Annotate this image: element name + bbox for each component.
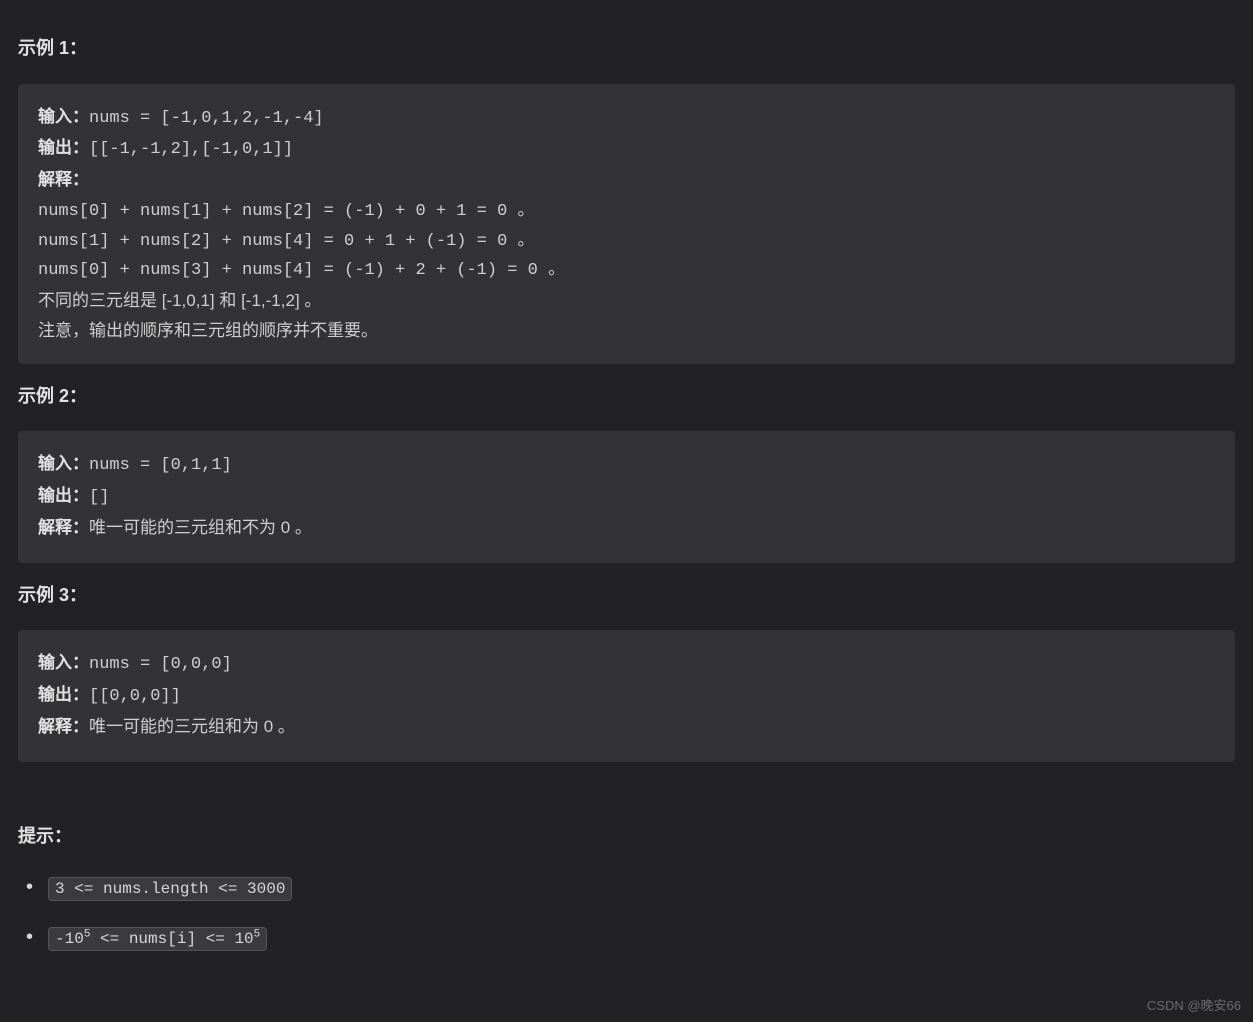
explain-label: 解释： [38, 170, 89, 189]
hint-item-2: -105 <= nums[i] <= 105 [26, 923, 1235, 953]
ex1-plain-line-0: 不同的三元组是 [-1,0,1] 和 [-1,-1,2] 。 [38, 286, 1215, 316]
example-2-block: 输入：nums = [0,1,1] 输出：[] 解释：唯一可能的三元组和不为 0… [18, 431, 1235, 562]
ex2-output-value: [] [89, 488, 109, 507]
ex2-input-value: nums = [0,1,1] [89, 456, 232, 475]
hint-item-1: 3 <= nums.length <= 3000 [26, 873, 1235, 903]
ex1-explain-line-2: nums[0] + nums[3] + nums[4] = (-1) + 2 +… [38, 256, 1215, 286]
ex1-plain-line-1: 注意，输出的顺序和三元组的顺序并不重要。 [38, 316, 1215, 346]
input-label: 输入： [38, 107, 89, 126]
hints-section: 提示： 3 <= nums.length <= 3000 -10 5 <= num… [18, 822, 1235, 953]
ex3-output-line: 输出：[[0,0,0]] [38, 680, 1215, 712]
ex1-explain-label-line: 解释： [38, 165, 1215, 197]
hint-2-pre: -10 [55, 930, 84, 948]
input-label: 输入： [38, 653, 89, 672]
ex2-input-line: 输入：nums = [0,1,1] [38, 449, 1215, 481]
ex1-explain-line-1: nums[1] + nums[2] + nums[4] = 0 + 1 + (-… [38, 227, 1215, 257]
ex3-output-value: [[0,0,0]] [89, 687, 181, 706]
ex2-output-line: 输出：[] [38, 481, 1215, 513]
ex1-output-line: 输出：[[-1,-1,2],[-1,0,1]] [38, 133, 1215, 165]
explain-label: 解释： [38, 717, 89, 736]
ex1-input-value: nums = [-1,0,1,2,-1,-4] [89, 109, 324, 128]
example-3-heading: 示例 3： [18, 581, 1235, 611]
hint-1-code: 3 <= nums.length <= 3000 [48, 877, 292, 901]
example-1-block: 输入：nums = [-1,0,1,2,-1,-4] 输出：[[-1,-1,2]… [18, 84, 1235, 364]
ex3-input-value: nums = [0,0,0] [89, 655, 232, 674]
explain-label: 解释： [38, 518, 89, 537]
output-label: 输出： [38, 138, 89, 157]
hint-2-code: -105 <= nums[i] <= 105 [48, 927, 267, 951]
example-1-heading: 示例 1： [18, 34, 1235, 64]
example-3-block: 输入：nums = [0,0,0] 输出：[[0,0,0]] 解释：唯一可能的三… [18, 630, 1235, 761]
hint-2-sup2: 5 [254, 929, 261, 941]
input-label: 输入： [38, 454, 89, 473]
hints-heading: 提示： [18, 822, 1235, 852]
ex1-explain-line-0: nums[0] + nums[1] + nums[2] = (-1) + 0 +… [38, 197, 1215, 227]
ex2-explain-line: 解释：唯一可能的三元组和不为 0 。 [38, 513, 1215, 545]
ex3-input-line: 输入：nums = [0,0,0] [38, 648, 1215, 680]
ex1-input-line: 输入：nums = [-1,0,1,2,-1,-4] [38, 102, 1215, 134]
output-label: 输出： [38, 685, 89, 704]
hint-list: 3 <= nums.length <= 3000 -10 5 <= nums[i]… [18, 873, 1235, 952]
ex1-output-value: [[-1,-1,2],[-1,0,1]] [89, 140, 293, 159]
watermark: CSDN @晚安66 [1147, 995, 1241, 1016]
ex2-explain-text: 唯一可能的三元组和不为 0 。 [89, 518, 312, 537]
ex3-explain-text: 唯一可能的三元组和为 0 。 [89, 717, 295, 736]
output-label: 输出： [38, 486, 89, 505]
ex3-explain-line: 解释：唯一可能的三元组和为 0 。 [38, 712, 1215, 744]
example-2-heading: 示例 2： [18, 382, 1235, 412]
hint-2-mid: <= nums[i] <= 10 [90, 930, 253, 948]
